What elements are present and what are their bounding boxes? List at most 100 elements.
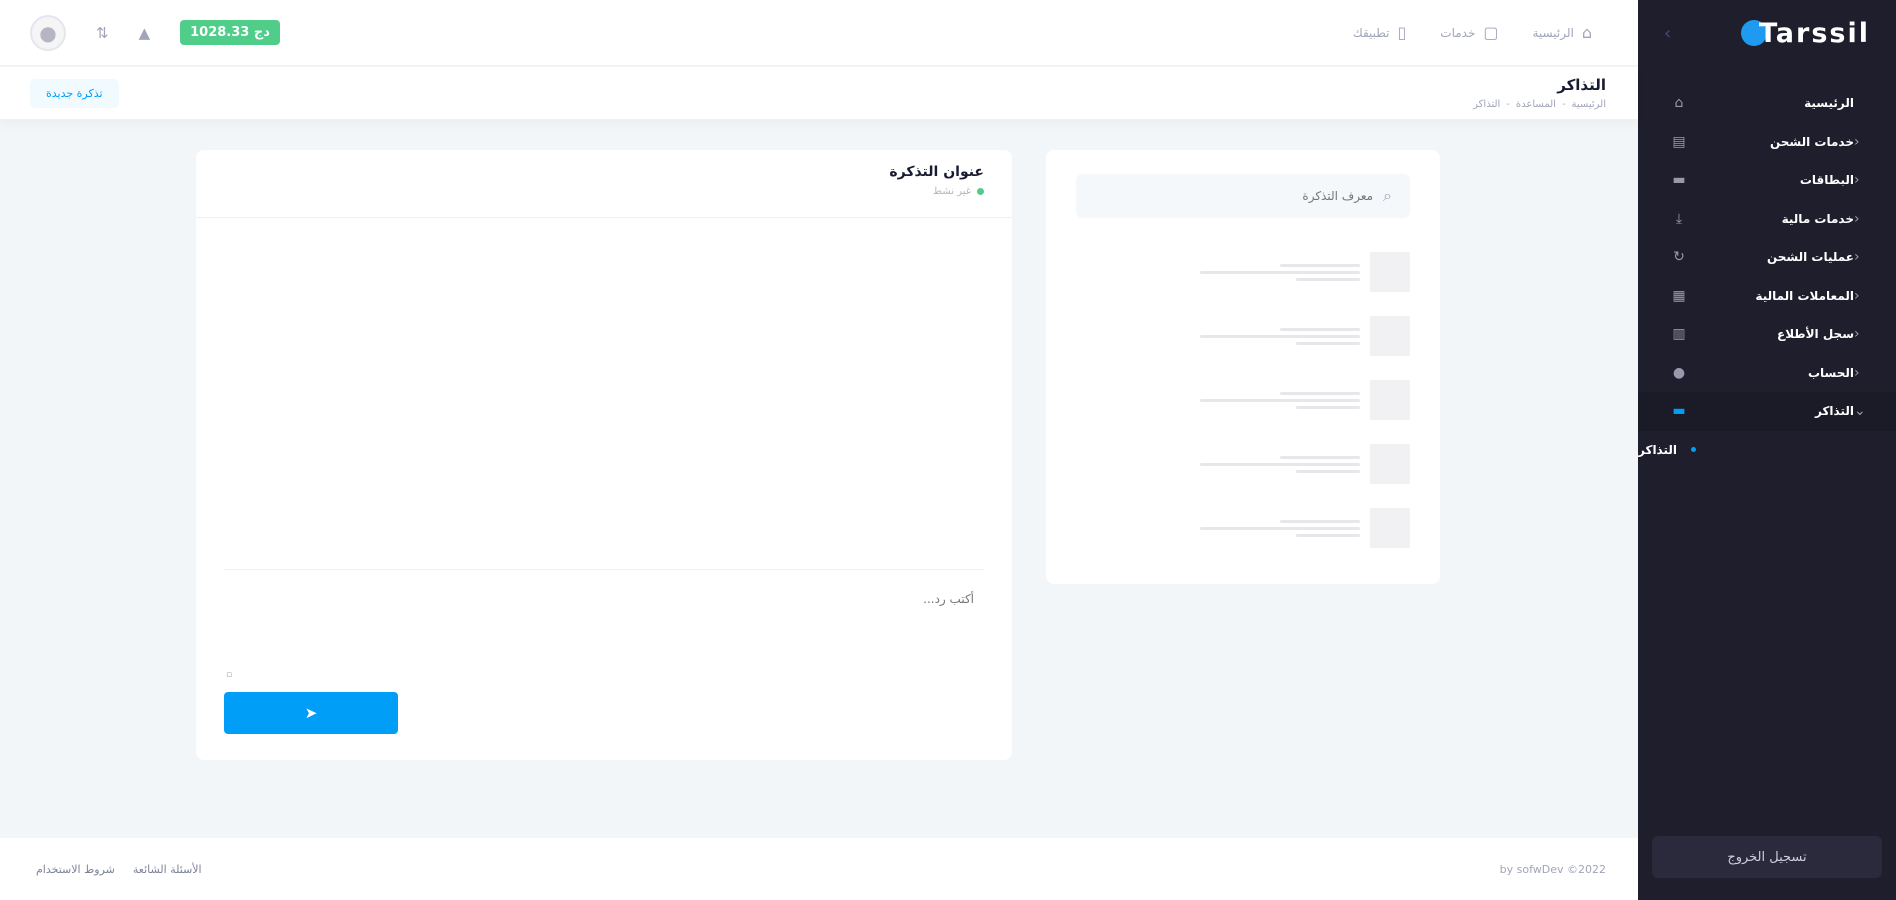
ticket-text-placeholder	[1200, 455, 1360, 473]
sidebar-item-label: الحساب	[1807, 365, 1854, 380]
sidebar-item-cards[interactable]: ▬ البطاقات ‹	[1638, 161, 1896, 200]
home-icon: ⌂	[1581, 23, 1592, 42]
logo[interactable]: Tarssil	[1740, 17, 1870, 49]
sidebar-item-label: البطاقات	[1799, 173, 1854, 188]
sidebar-menu: ⌂ الرئيسية ▤ خدمات الشحن ‹ ▬ البطاقات ‹ …	[1638, 84, 1896, 469]
nav-label: تطبيقك	[1352, 25, 1390, 40]
breadcrumb-separator: -	[1506, 99, 1510, 110]
ticket-thumb-placeholder	[1370, 444, 1410, 484]
ticket-thumb-placeholder	[1370, 380, 1410, 420]
ticket-list	[1076, 240, 1410, 560]
ticket-text-placeholder	[1200, 263, 1360, 281]
sidebar-item-label: خدمات مالية	[1781, 211, 1854, 226]
chevron-left-icon: ‹	[1854, 326, 1860, 343]
page-toolbar: تذكرة جديدة التذاكر الرئيسية - المساعدة …	[0, 67, 1638, 119]
status-text: غير نشط	[932, 186, 971, 197]
ticket-thumb-placeholder	[1370, 508, 1410, 548]
bell-icon[interactable]: ▲	[139, 24, 151, 42]
nav-services[interactable]: ▢ خدمات	[1440, 23, 1498, 42]
balance-badge[interactable]: 1028.33 دج	[180, 20, 280, 45]
reply-input[interactable]	[224, 570, 984, 660]
ticket-thumb-placeholder	[1370, 316, 1410, 356]
logout-button[interactable]: تسجيل الخروج	[1652, 836, 1882, 878]
list-item[interactable]	[1076, 304, 1410, 368]
collapse-arrow-icon[interactable]: ‹	[1664, 23, 1671, 44]
sidebar-item-charge-operations[interactable]: ↻ عمليات الشحن ‹	[1638, 238, 1896, 277]
chevron-left-icon: ‹	[1854, 133, 1860, 150]
top-header: ● ⇅ ▲ 1028.33 دج ⌂ الرئيسية ▢ خدمات ▯ تط…	[0, 0, 1638, 66]
sidebar-subitem-tickets[interactable]: التذاكر	[1638, 431, 1896, 469]
user-icon: ●	[39, 20, 57, 45]
header-actions: ● ⇅ ▲ 1028.33 دج	[30, 14, 280, 51]
sidebar-item-label: المعاملات المالية	[1755, 288, 1854, 303]
transfer-icon[interactable]: ⇅	[96, 24, 109, 42]
chat-title: عنوان التذكرة	[889, 164, 984, 180]
resize-handle-icon[interactable]: ▫	[226, 670, 232, 680]
ticket-search: ⌕	[1076, 174, 1410, 218]
breadcrumb-item: التذاكر	[1473, 99, 1501, 110]
chevron-left-icon: ‹	[1854, 210, 1860, 227]
ticket-text-placeholder	[1200, 391, 1360, 409]
breadcrumb-item[interactable]: الرئيسية	[1572, 99, 1606, 110]
footer-copyright: 2022© by sofwDev	[1499, 862, 1606, 876]
sidebar-item-transactions[interactable]: ▦ المعاملات المالية ‹	[1638, 277, 1896, 316]
list-item[interactable]	[1076, 432, 1410, 496]
sidebar-item-tickets[interactable]: ▬ التذاكر ⌄	[1638, 392, 1896, 431]
ticket-list-card: ⌕	[1046, 150, 1440, 584]
new-ticket-button[interactable]: تذكرة جديدة	[30, 78, 119, 108]
sidebar-item-label: الرئيسية	[1804, 96, 1854, 111]
sidebar: ‹ Tarssil ⌂ الرئيسية ▤ خدمات الشحن ‹ ▬ ا…	[1638, 0, 1896, 900]
sidebar-item-log[interactable]: ▥ سجل الأطلاع ‹	[1638, 315, 1896, 354]
chat-status: غير نشط	[224, 186, 984, 197]
sidebar-item-charge-services[interactable]: ▤ خدمات الشحن ‹	[1638, 123, 1896, 162]
ticket-thumb-placeholder	[1370, 252, 1410, 292]
footer-link-faq[interactable]: الأسئلة الشائعة	[133, 863, 202, 876]
sidebar-item-account[interactable]: ● الحساب ‹	[1638, 354, 1896, 393]
bag-icon: ▢	[1483, 23, 1499, 42]
nav-home[interactable]: ⌂ الرئيسية	[1533, 23, 1593, 42]
phone-icon: ▯	[1397, 23, 1407, 42]
home-icon: ⌂	[1674, 95, 1684, 112]
chat-composer: ▫ ➤	[196, 570, 1012, 758]
download-icon: ⤓	[1675, 210, 1683, 227]
ticket-icon: ▬	[1672, 403, 1686, 420]
status-dot-icon	[977, 188, 984, 195]
nav-your-app[interactable]: ▯ تطبيقك	[1353, 23, 1406, 42]
sidebar-header: ‹ Tarssil	[1638, 0, 1896, 66]
document-icon: ▥	[1672, 326, 1686, 343]
breadcrumb: الرئيسية - المساعدة - التذاكر	[1473, 99, 1606, 110]
chevron-left-icon: ‹	[1854, 287, 1860, 304]
sidebar-item-financial-services[interactable]: ⤓ خدمات مالية ‹	[1638, 200, 1896, 239]
sidebar-item-home[interactable]: ⌂ الرئيسية	[1638, 84, 1896, 123]
chevron-down-icon: ⌄	[1854, 403, 1866, 420]
nav-label: الرئيسية	[1532, 25, 1574, 40]
ticket-search-input[interactable]	[1173, 189, 1374, 203]
sidebar-item-label: سجل الأطلاع	[1777, 327, 1854, 342]
breadcrumb-item[interactable]: المساعدة	[1516, 99, 1556, 110]
chat-header: عنوان التذكرة غير نشط	[196, 150, 1012, 218]
chevron-left-icon: ‹	[1854, 364, 1860, 381]
page-title: التذاكر	[1557, 76, 1606, 94]
nav-label: خدمات	[1440, 25, 1476, 40]
chevron-left-icon: ‹	[1854, 172, 1860, 189]
list-item[interactable]	[1076, 368, 1410, 432]
avatar[interactable]: ●	[30, 14, 66, 51]
footer-link-terms[interactable]: شروط الاستخدام	[36, 863, 115, 876]
ticket-text-placeholder	[1200, 519, 1360, 537]
send-icon: ➤	[304, 704, 318, 722]
footer-links: شروط الاستخدام الأسئلة الشائعة	[36, 863, 202, 876]
sidebar-item-label: التذاكر	[1814, 404, 1854, 419]
list-item[interactable]	[1076, 240, 1410, 304]
chat-messages	[224, 218, 984, 570]
logo-text: Tarssil	[1758, 17, 1870, 49]
card-icon: ▬	[1672, 172, 1686, 189]
table-icon: ▦	[1672, 287, 1686, 304]
breadcrumb-separator: -	[1561, 99, 1566, 110]
list-item[interactable]	[1076, 496, 1410, 560]
header-nav: ⌂ الرئيسية ▢ خدمات ▯ تطبيقك	[1353, 23, 1592, 42]
ticket-text-placeholder	[1200, 327, 1360, 345]
send-button[interactable]: ➤	[224, 692, 398, 734]
sidebar-item-label: عمليات الشحن	[1766, 250, 1854, 265]
chevron-left-icon: ‹	[1854, 249, 1860, 266]
charge-icon: ▤	[1672, 133, 1686, 150]
